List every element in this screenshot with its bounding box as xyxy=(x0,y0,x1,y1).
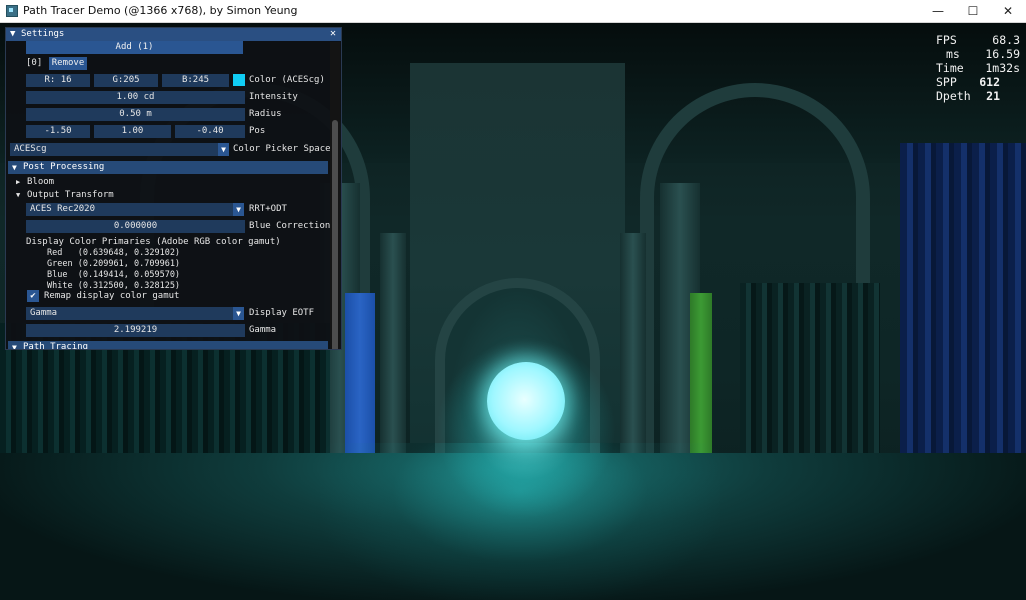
path-tracing-label: Path Tracing xyxy=(23,342,89,350)
settings-header[interactable]: ▼ Settings ✕ xyxy=(6,28,341,41)
scene-pillar xyxy=(380,233,406,473)
intensity-row: 1.00 cd Intensity xyxy=(6,91,328,104)
color-b-field[interactable]: B:245 xyxy=(162,74,229,87)
pos-x-field[interactable]: -1.50 xyxy=(26,125,90,138)
primary-blue: Blue (0.149414, 0.059570) xyxy=(47,270,181,280)
color-g-field[interactable]: G:205 xyxy=(94,74,158,87)
add-row: Add (1) xyxy=(6,41,328,54)
intensity-label: Intensity xyxy=(249,92,298,102)
gamma-label: Gamma xyxy=(249,325,277,335)
primary-red: Red (0.639648, 0.329102) xyxy=(47,248,181,258)
chevron-down-icon[interactable]: ▼ xyxy=(218,143,229,156)
pos-row: -1.50 1.00 -0.40 Pos xyxy=(6,125,328,138)
stat-value: 68.3 xyxy=(992,33,1020,47)
intensity-field[interactable]: 1.00 cd xyxy=(26,91,245,104)
close-window-button[interactable]: ✕ xyxy=(990,0,1026,22)
collapse-icon: ▼ xyxy=(12,163,17,172)
stat-label: FPS xyxy=(936,33,957,47)
color-row: R: 16 G:205 B:245 Color (ACEScg) xyxy=(6,74,328,87)
scrollbar-thumb[interactable] xyxy=(332,120,338,349)
scene-pillar xyxy=(620,233,646,473)
add-light-button[interactable]: Add (1) xyxy=(26,41,243,54)
collapse-icon: ▼ xyxy=(12,343,17,350)
window-titlebar: Path Tracer Demo (@1366 x768), by Simon … xyxy=(0,0,1026,23)
stat-value: 612 xyxy=(979,75,1000,89)
post-processing-label: Post Processing xyxy=(23,162,105,172)
color-picker-space-select[interactable]: ACEScg xyxy=(10,143,219,156)
rrt-odt-label: RRT+ODT xyxy=(249,204,287,214)
bloom-label: Bloom xyxy=(27,177,55,187)
chevron-down-icon[interactable]: ▼ xyxy=(233,203,244,216)
rrt-odt-row: ACES Rec2020 ▼ RRT+ODT xyxy=(6,203,328,216)
bloom-node[interactable]: ▶ Bloom xyxy=(6,176,328,189)
color-picker-space-label: Color Picker Space xyxy=(233,144,331,154)
stat-label: ms xyxy=(946,47,960,61)
light-index-label: [0] xyxy=(26,58,43,68)
display-eotf-row: Gamma ▼ Display EOTF xyxy=(6,307,328,320)
stat-value: 16.59 xyxy=(985,47,1020,61)
radius-row: 0.50 m Radius xyxy=(6,108,328,121)
color-label: Color (ACEScg) xyxy=(249,75,325,85)
maximize-button[interactable]: ☐ xyxy=(955,0,991,22)
remap-row: ✔ Remap display color gamut xyxy=(6,290,328,303)
stat-depth: Dpeth 21 xyxy=(936,89,1022,103)
gamma-field[interactable]: 2.199219 xyxy=(26,324,245,337)
primary-green: Green (0.209961, 0.709961) xyxy=(47,259,181,269)
expand-icon: ▶ xyxy=(16,178,21,186)
chevron-down-icon[interactable]: ▼ xyxy=(233,307,244,320)
app-icon xyxy=(6,5,18,17)
stat-label: Dpeth xyxy=(936,89,971,103)
output-transform-node[interactable]: ▼ Output Transform xyxy=(6,189,328,202)
pos-z-field[interactable]: -0.40 xyxy=(175,125,245,138)
window-title: Path Tracer Demo (@1366 x768), by Simon … xyxy=(23,4,298,17)
blue-correction-label: Blue Correction xyxy=(249,221,331,231)
stat-value: 21 xyxy=(986,89,1000,103)
stat-ms: ms 16.59 xyxy=(936,47,1022,61)
settings-scrollbar[interactable] xyxy=(330,42,340,349)
display-eotf-label: Display EOTF xyxy=(249,308,315,318)
blue-correction-row: 0.000000 Blue Correction xyxy=(6,220,331,233)
stats-overlay: FPS 68.3 ms 16.59 Time 1m32s SPP 612 Dpe… xyxy=(936,33,1022,103)
light-sphere xyxy=(487,362,565,440)
rrt-odt-select[interactable]: ACES Rec2020 xyxy=(26,203,234,216)
stat-value: 1m32s xyxy=(985,61,1020,75)
collapse-icon[interactable]: ▼ xyxy=(10,29,15,39)
app-root: Path Tracer Demo (@1366 x768), by Simon … xyxy=(0,0,1026,600)
collapse-icon: ▼ xyxy=(16,191,21,199)
light-index-row: [0] Remove xyxy=(6,57,328,70)
minimize-button[interactable]: — xyxy=(920,0,956,22)
color-picker-space-row: ACEScg ▼ Color Picker Space xyxy=(6,143,331,156)
pos-label: Pos xyxy=(249,126,266,136)
gamma-row: 2.199219 Gamma xyxy=(6,324,328,337)
post-processing-header[interactable]: ▼ Post Processing xyxy=(8,161,328,174)
settings-title: Settings xyxy=(21,29,65,39)
radius-label: Radius xyxy=(249,109,282,119)
color-r-field[interactable]: R: 16 xyxy=(26,74,90,87)
stat-label: SPP xyxy=(936,75,957,89)
stat-label: Time xyxy=(936,61,964,75)
display-eotf-select[interactable]: Gamma xyxy=(26,307,234,320)
blue-correction-field[interactable]: 0.000000 xyxy=(26,220,245,233)
radius-field[interactable]: 0.50 m xyxy=(26,108,245,121)
stat-spp: SPP 612 xyxy=(936,75,1022,89)
close-icon[interactable]: ✕ xyxy=(330,28,336,39)
path-tracing-header[interactable]: ▼ Path Tracing xyxy=(8,341,328,350)
stat-fps: FPS 68.3 xyxy=(936,33,1022,47)
remove-light-button[interactable]: Remove xyxy=(49,57,87,70)
pos-y-field[interactable]: 1.00 xyxy=(94,125,171,138)
stat-time: Time 1m32s xyxy=(936,61,1022,75)
output-transform-label: Output Transform xyxy=(27,190,114,200)
remap-label: Remap display color gamut xyxy=(44,291,180,301)
color-swatch[interactable] xyxy=(233,74,245,86)
settings-panel[interactable]: ▼ Settings ✕ Add (1) [0] Remove R: 16 G:… xyxy=(5,27,342,350)
remap-checkbox[interactable]: ✔ xyxy=(27,290,39,302)
